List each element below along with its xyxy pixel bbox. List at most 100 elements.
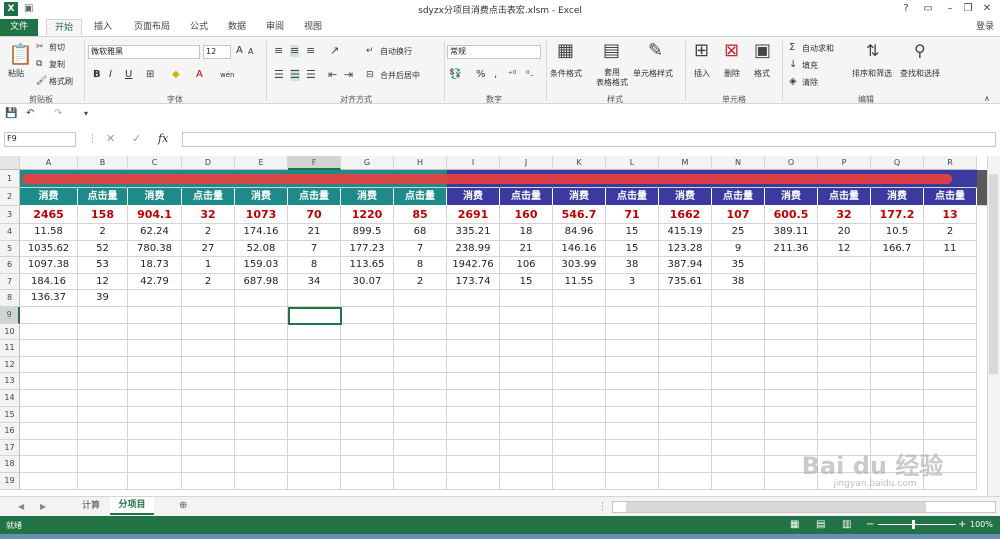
cell[interactable]: [235, 307, 288, 324]
cell[interactable]: [20, 307, 78, 324]
cell[interactable]: [394, 423, 447, 440]
indent-increase-icon[interactable]: ⇥: [344, 69, 353, 81]
column-header[interactable]: B: [78, 156, 128, 170]
data-cell[interactable]: [128, 290, 182, 307]
cell[interactable]: [606, 340, 659, 357]
cell[interactable]: [128, 340, 182, 357]
page-layout-view-icon[interactable]: ▤: [816, 519, 825, 531]
data-cell[interactable]: 1: [182, 257, 235, 274]
total-cell[interactable]: 85: [394, 206, 447, 224]
total-cell[interactable]: 13: [924, 206, 977, 224]
cell[interactable]: [20, 340, 78, 357]
increase-decimal-icon[interactable]: ⁺⁰: [508, 69, 516, 81]
cell[interactable]: [341, 356, 394, 374]
column-header[interactable]: R: [924, 156, 977, 170]
horizontal-scrollbar-thumb[interactable]: [626, 502, 926, 512]
data-cell[interactable]: [818, 290, 871, 307]
cell[interactable]: [712, 423, 765, 440]
cell[interactable]: [394, 323, 447, 341]
prev-sheet-icon[interactable]: ◀: [18, 501, 24, 513]
cell[interactable]: [20, 423, 78, 440]
help-icon[interactable]: ?: [895, 1, 917, 17]
data-cell[interactable]: [765, 273, 818, 291]
cell[interactable]: [500, 439, 553, 457]
data-cell[interactable]: 12: [78, 273, 128, 291]
cell[interactable]: [765, 423, 818, 440]
redo-icon[interactable]: ↷: [54, 108, 62, 120]
header-cell[interactable]: 点击量: [500, 188, 553, 206]
cell[interactable]: [447, 473, 500, 490]
cell[interactable]: [871, 307, 924, 324]
data-cell[interactable]: 11.58: [20, 224, 78, 241]
cell[interactable]: [447, 323, 500, 341]
cell[interactable]: [128, 373, 182, 390]
tab-page-layout[interactable]: 页面布局: [124, 19, 180, 36]
cell[interactable]: [78, 307, 128, 324]
data-cell[interactable]: [765, 257, 818, 274]
find-select-button[interactable]: 查找和选择: [900, 68, 940, 79]
data-cell[interactable]: [924, 257, 977, 274]
close-button[interactable]: ✕: [976, 1, 998, 17]
cell[interactable]: [447, 340, 500, 357]
cell[interactable]: [341, 307, 394, 324]
column-header[interactable]: N: [712, 156, 765, 170]
cell[interactable]: [235, 423, 288, 440]
header-cell[interactable]: 消费: [128, 188, 182, 206]
column-header[interactable]: I: [447, 156, 500, 170]
data-cell[interactable]: 18.73: [128, 257, 182, 274]
cell[interactable]: [659, 406, 712, 424]
data-cell[interactable]: 20: [818, 224, 871, 241]
number-format-select[interactable]: 常规: [447, 45, 541, 59]
data-cell[interactable]: 687.98: [235, 273, 288, 291]
row-header[interactable]: 19: [0, 473, 20, 490]
cell[interactable]: [553, 423, 606, 440]
selected-cell-f9[interactable]: [288, 307, 342, 325]
data-cell[interactable]: [182, 290, 235, 307]
data-cell[interactable]: [818, 257, 871, 274]
cell[interactable]: [818, 423, 871, 440]
insert-cells-button[interactable]: 插入: [694, 68, 710, 79]
cell[interactable]: [128, 456, 182, 473]
cell[interactable]: [924, 307, 977, 324]
total-cell[interactable]: 158: [78, 206, 128, 224]
data-cell[interactable]: 15: [500, 273, 553, 291]
vertical-scrollbar-thumb[interactable]: [989, 174, 998, 374]
cell[interactable]: [500, 373, 553, 390]
cell[interactable]: [78, 473, 128, 490]
zoom-out-icon[interactable]: −: [866, 519, 874, 531]
cell[interactable]: [288, 473, 341, 490]
data-cell[interactable]: 415.19: [659, 224, 712, 241]
data-cell[interactable]: [871, 290, 924, 307]
data-cell[interactable]: [606, 290, 659, 307]
cell[interactable]: [606, 307, 659, 324]
data-cell[interactable]: 8: [394, 257, 447, 274]
header-cell[interactable]: 消费: [447, 188, 500, 206]
cell[interactable]: [871, 423, 924, 440]
fill-button[interactable]: 填充: [802, 60, 818, 71]
cell[interactable]: [20, 439, 78, 457]
data-cell[interactable]: 35: [712, 257, 765, 274]
align-bottom-icon[interactable]: ≡: [306, 45, 315, 57]
data-cell[interactable]: [818, 273, 871, 291]
align-middle-icon[interactable]: ≡: [290, 45, 300, 57]
data-cell[interactable]: 62.24: [128, 224, 182, 241]
cell[interactable]: [394, 439, 447, 457]
collapse-ribbon-icon[interactable]: ∧: [984, 93, 990, 105]
row-header[interactable]: 13: [0, 373, 20, 390]
header-cell[interactable]: 点击量: [818, 188, 871, 206]
cell[interactable]: [128, 406, 182, 424]
cell[interactable]: [394, 373, 447, 390]
cell[interactable]: [235, 406, 288, 424]
undo-icon[interactable]: ↶: [26, 108, 34, 120]
total-cell[interactable]: 904.1: [128, 206, 182, 224]
orientation-icon[interactable]: ↗: [330, 45, 339, 57]
column-header[interactable]: L: [606, 156, 659, 170]
data-cell[interactable]: 303.99: [553, 257, 606, 274]
column-header[interactable]: F: [288, 156, 341, 170]
cell[interactable]: [394, 456, 447, 473]
data-cell[interactable]: 7: [288, 240, 341, 258]
row-header[interactable]: 6: [0, 257, 20, 274]
row-header[interactable]: 8: [0, 290, 20, 307]
cell[interactable]: [394, 406, 447, 424]
cell[interactable]: [712, 323, 765, 341]
